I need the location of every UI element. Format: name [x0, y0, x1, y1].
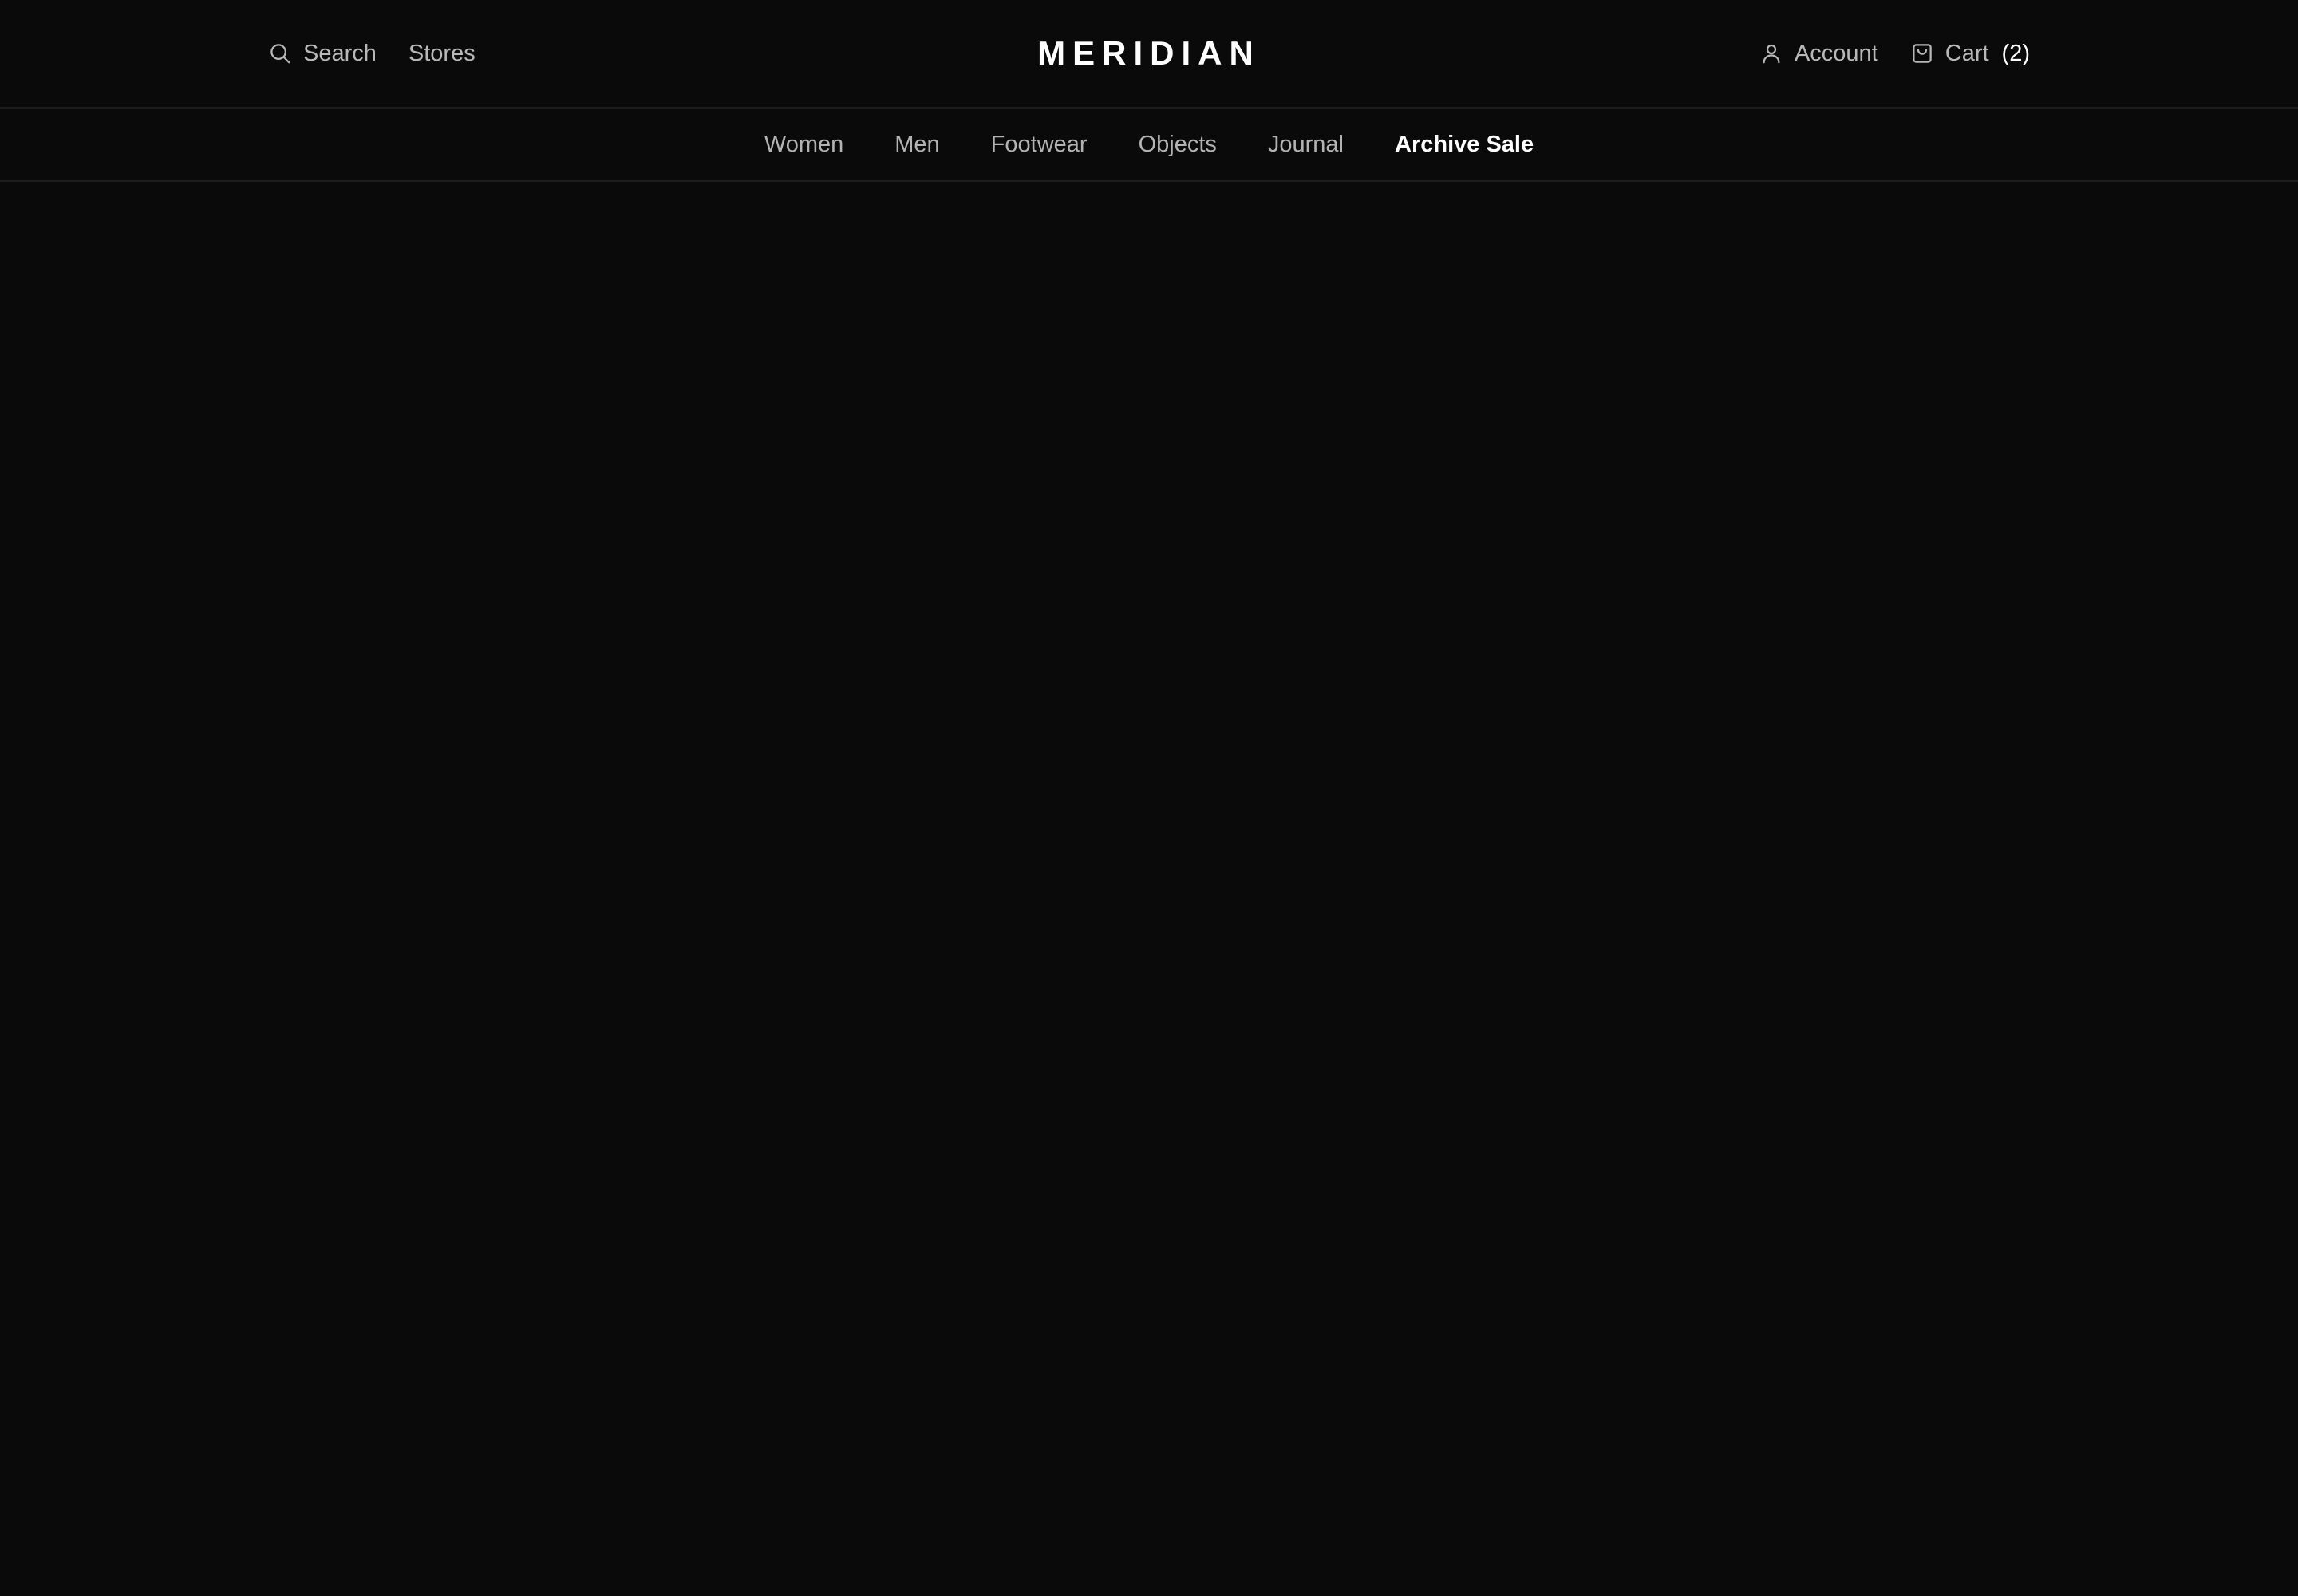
account-button[interactable]: Account [1759, 41, 1878, 67]
nav-item-archive-sale[interactable]: Archive Sale [1395, 132, 1534, 158]
nav-item-women[interactable]: Women [764, 132, 843, 158]
shopping-bag-icon [1910, 41, 1934, 65]
header-right-links: Account Cart (2) [1759, 0, 2030, 107]
stores-label: Stores [408, 40, 476, 66]
category-nav: Women Men Footwear Objects Journal Archi… [0, 109, 2298, 182]
brand-logo[interactable]: MERIDIAN [1037, 34, 1261, 73]
nav-item-men[interactable]: Men [894, 132, 939, 158]
site-header: Search Stores MERIDIAN Account Cart (2) [0, 0, 2298, 109]
account-label: Account [1794, 40, 1878, 66]
main-content-area [0, 182, 2298, 1596]
cart-label: Cart [1945, 40, 1989, 66]
user-icon [1759, 41, 1783, 65]
stores-link[interactable]: Stores [409, 41, 476, 67]
search-label: Search [303, 40, 377, 66]
search-icon [268, 41, 292, 65]
header-left-links: Search Stores [268, 0, 476, 107]
cart-button[interactable]: Cart (2) [1910, 41, 2030, 67]
cart-count-badge: (2) [2001, 40, 2030, 66]
nav-item-objects[interactable]: Objects [1139, 132, 1217, 158]
nav-item-footwear[interactable]: Footwear [991, 132, 1088, 158]
nav-item-journal[interactable]: Journal [1268, 132, 1344, 158]
search-button[interactable]: Search [268, 41, 377, 67]
